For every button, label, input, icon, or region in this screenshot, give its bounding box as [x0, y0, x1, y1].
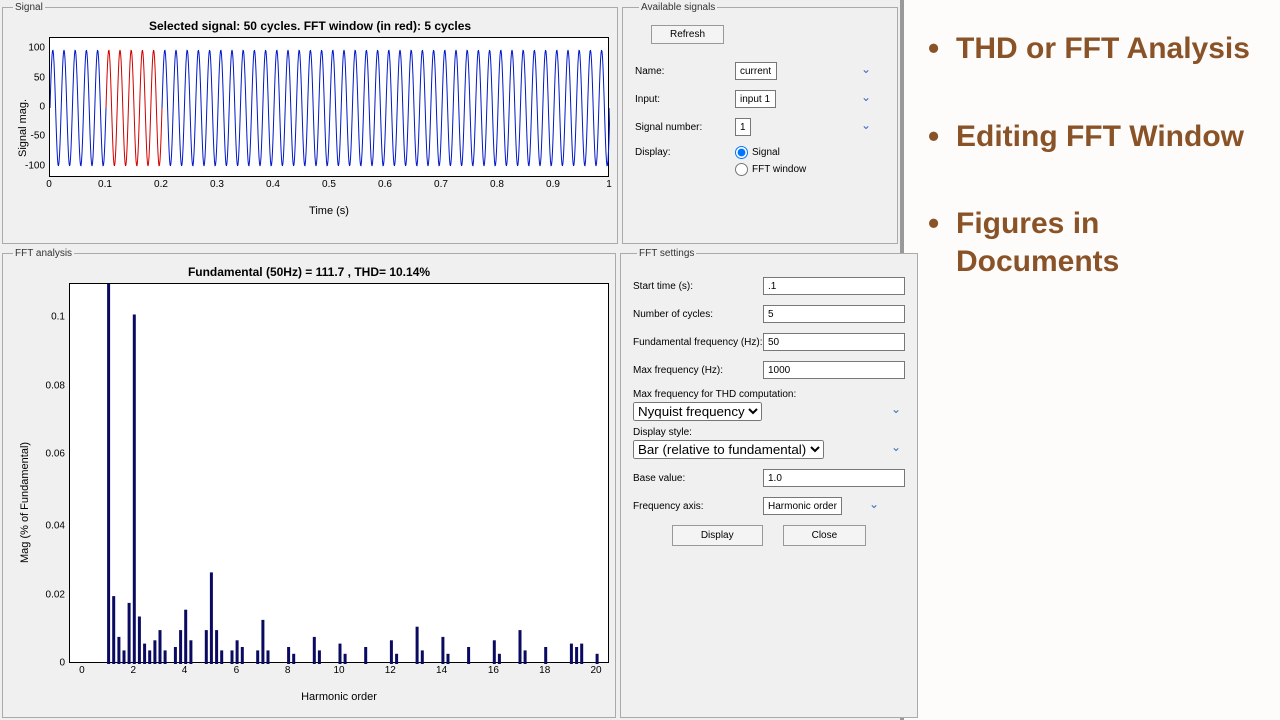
fft-plot-area	[69, 283, 609, 663]
display-fft-text: FFT window	[752, 164, 806, 175]
slide-notes: THD or FFT Analysis Editing FFT Window F…	[900, 0, 1280, 720]
signal-waveform	[50, 38, 610, 178]
freq-axis-label: Frequency axis:	[633, 501, 763, 512]
signal-title: Selected signal: 50 cycles. FFT window (…	[9, 19, 611, 33]
signal-legend: Signal	[13, 2, 45, 13]
signal-yticks: 100 50 0 -50 -100	[9, 37, 49, 177]
fft-yticks: 0.1 0.08 0.06 0.04 0.02 0	[9, 283, 69, 663]
fft-analysis-panel: FFT analysis Fundamental (50Hz) = 111.7 …	[2, 248, 616, 718]
signal-panel: Signal Selected signal: 50 cycles. FFT w…	[2, 2, 618, 244]
display-style-label: Display style:	[633, 427, 905, 438]
signalnum-label: Signal number:	[635, 122, 735, 133]
start-time-label: Start time (s):	[633, 281, 763, 292]
display-label: Display:	[635, 147, 735, 158]
signal-xlabel: Time (s)	[49, 205, 609, 217]
max-freq-thd-label: Max frequency for THD computation:	[633, 389, 905, 400]
fft-xticks: 0 2 4 6 8 10 12 14 16 18 20	[69, 663, 609, 677]
display-fft-radio[interactable]	[735, 163, 748, 176]
signalnum-select[interactable]: 1	[735, 118, 751, 136]
freq-axis-select[interactable]: Harmonic order	[763, 497, 842, 515]
powergui-fft-tool: Signal Selected signal: 50 cycles. FFT w…	[0, 0, 900, 720]
max-freq-thd-select[interactable]: Nyquist frequency	[633, 402, 762, 421]
base-value-label: Base value:	[633, 473, 763, 484]
fund-freq-input[interactable]	[763, 333, 905, 351]
bullet-1: THD or FFT Analysis	[928, 30, 1260, 68]
fft-xlabel: Harmonic order	[69, 691, 609, 703]
fft-bars	[70, 284, 610, 664]
fft-settings-panel: FFT settings Start time (s): Number of c…	[620, 248, 918, 718]
display-signal-text: Signal	[752, 147, 780, 158]
base-value-input[interactable]	[763, 469, 905, 487]
max-freq-input[interactable]	[763, 361, 905, 379]
name-select[interactable]: current	[735, 62, 777, 80]
cycles-label: Number of cycles:	[633, 309, 763, 320]
fft-title: Fundamental (50Hz) = 111.7 , THD= 10.14%	[9, 265, 609, 279]
input-label: Input:	[635, 94, 735, 105]
display-signal-radio[interactable]	[735, 146, 748, 159]
signal-xticks: 0 0.1 0.2 0.3 0.4 0.5 0.6 0.7 0.8 0.9 1	[49, 177, 609, 191]
close-button[interactable]: Close	[783, 525, 867, 546]
input-select[interactable]: input 1	[735, 90, 776, 108]
refresh-button[interactable]: Refresh	[651, 25, 724, 44]
cycles-input[interactable]	[763, 305, 905, 323]
settings-legend: FFT settings	[637, 248, 696, 259]
display-button[interactable]: Display	[672, 525, 763, 546]
bullet-2: Editing FFT Window	[928, 118, 1260, 156]
name-label: Name:	[635, 66, 735, 77]
fund-freq-label: Fundamental frequency (Hz):	[633, 337, 763, 348]
max-freq-label: Max frequency (Hz):	[633, 365, 763, 376]
start-time-input[interactable]	[763, 277, 905, 295]
signal-plot-area	[49, 37, 609, 177]
display-style-select[interactable]: Bar (relative to fundamental)	[633, 440, 824, 459]
available-legend: Available signals	[639, 2, 717, 13]
fft-legend: FFT analysis	[13, 248, 74, 259]
bullet-3: Figures in Documents	[928, 205, 1260, 280]
available-signals-panel: Available signals Refresh Name: current …	[622, 2, 898, 244]
